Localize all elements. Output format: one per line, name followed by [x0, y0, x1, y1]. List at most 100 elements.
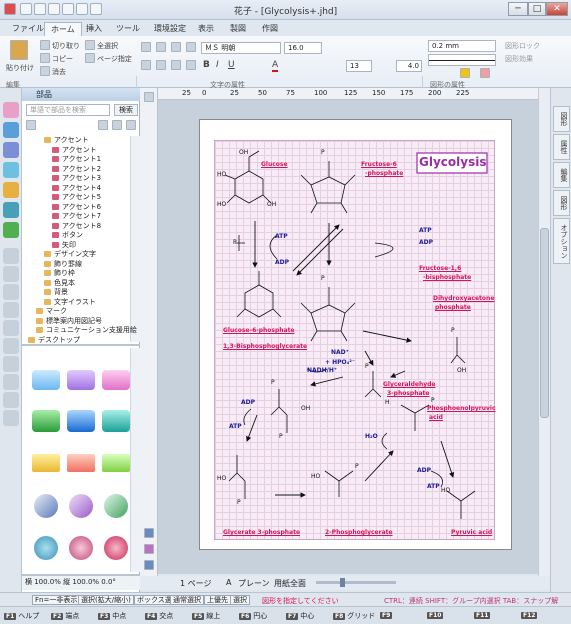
tab-view[interactable]: 表示 — [192, 22, 220, 36]
template-icon[interactable] — [3, 162, 19, 178]
shape-effect-button[interactable]: 図形効果 — [505, 54, 533, 64]
fkey-f8[interactable]: F8 グリッド — [333, 611, 375, 621]
button-part-thumbnail[interactable] — [69, 536, 93, 560]
font-size-select[interactable]: 16.0 — [284, 42, 322, 54]
vertical-scrollbar[interactable] — [538, 88, 550, 580]
status-fn-toggle[interactable]: Fn=一非表示 — [32, 595, 81, 605]
tree-item[interactable]: デザイン文字 — [22, 250, 130, 260]
copy-icon[interactable] — [40, 53, 50, 63]
status-top-priority[interactable]: 上優先 — [204, 595, 231, 605]
line-width-select[interactable]: 0.2 mm — [428, 40, 496, 52]
tree-item[interactable]: ボタン — [22, 231, 130, 241]
shape-tool-icon[interactable] — [171, 42, 181, 52]
fkey-f12[interactable]: F12 — [521, 611, 539, 619]
maximize-button[interactable]: □ — [528, 2, 546, 16]
shape-tool-icon[interactable] — [141, 42, 151, 52]
star-icon[interactable] — [3, 182, 19, 198]
paste-icon[interactable] — [10, 40, 28, 60]
fkey-f11[interactable]: F11 — [474, 611, 492, 619]
button-part-thumbnail[interactable] — [32, 410, 60, 432]
button-part-thumbnail[interactable] — [102, 370, 130, 390]
node-edit-icon[interactable] — [3, 266, 19, 282]
align-icon[interactable] — [141, 60, 151, 70]
paste-button[interactable]: 貼り付け — [6, 63, 34, 73]
connect-icon[interactable] — [3, 142, 19, 158]
minimize-button[interactable]: ─ — [508, 2, 528, 16]
shape-lock-button[interactable]: 図形ロック — [505, 41, 540, 51]
tab-shape-2[interactable]: 図形 — [553, 190, 570, 216]
library-icon[interactable] — [3, 202, 19, 218]
align-icon[interactable] — [156, 60, 166, 70]
view-mode-icon[interactable] — [144, 560, 154, 570]
shape-tool-icon[interactable] — [186, 42, 196, 52]
tab-shape[interactable]: 図形 — [553, 106, 570, 132]
view-mode-icon[interactable] — [144, 528, 154, 538]
button-part-thumbnail[interactable] — [34, 494, 58, 518]
align-icon[interactable] — [186, 60, 196, 70]
eco-icon[interactable] — [3, 222, 19, 238]
underline-icon[interactable]: U — [228, 60, 235, 70]
tree-item[interactable]: 飾り罫線 — [22, 260, 130, 270]
tab-drafting[interactable]: 製図 — [224, 22, 252, 36]
tab-insert[interactable]: 挿入 — [80, 22, 108, 36]
fkey-f10[interactable]: F10 — [427, 611, 445, 619]
parts-nav-icon[interactable] — [26, 120, 36, 130]
tree-item[interactable]: 矢印 — [22, 241, 130, 251]
fkey-f3[interactable]: F3 中点 — [98, 611, 126, 621]
fkey-f5[interactable]: F5 線上 — [192, 611, 220, 621]
cut-button[interactable]: 切り取り — [52, 41, 80, 51]
close-button[interactable]: ✕ — [546, 2, 568, 16]
font-color-icon[interactable]: A — [272, 60, 279, 72]
tree-item[interactable]: デスクトップ — [22, 336, 130, 346]
font-name-select[interactable]: ＭＳ 明朝 — [201, 42, 281, 54]
tab-settings[interactable]: 環境設定 — [148, 22, 192, 36]
tab-options[interactable]: オプション — [553, 218, 570, 264]
parts-info-icon[interactable] — [98, 120, 108, 130]
page-spec-button[interactable]: ページ指定 — [97, 54, 132, 64]
button-part-thumbnail[interactable] — [67, 410, 95, 432]
eyedropper-icon[interactable] — [3, 374, 19, 390]
align-icon[interactable] — [171, 60, 181, 70]
button-part-thumbnail[interactable] — [102, 454, 130, 472]
button-part-thumbnail[interactable] — [69, 494, 93, 518]
status-normal-select[interactable]: 通常選択 — [170, 595, 204, 605]
ellipse-tool-icon[interactable] — [3, 356, 19, 372]
ruler-toggle-icon[interactable] — [144, 92, 154, 102]
tree-item[interactable]: アクセント8 — [22, 222, 130, 232]
tree-scrollbar[interactable] — [130, 136, 140, 342]
view-mode-icon[interactable] — [144, 544, 154, 554]
button-part-thumbnail[interactable] — [32, 370, 60, 390]
pan-hand-icon[interactable] — [3, 392, 19, 408]
tab-home[interactable]: ホーム — [44, 22, 82, 36]
bold-icon[interactable]: B — [203, 60, 210, 70]
button-part-thumbnail[interactable] — [67, 454, 95, 472]
fill-color-icon[interactable] — [460, 68, 470, 78]
zoom-slider[interactable] — [316, 581, 396, 584]
tree-item[interactable]: 背景 — [22, 288, 130, 298]
pen-icon[interactable] — [3, 302, 19, 318]
zoom-select[interactable]: 用紙全面 — [274, 578, 306, 589]
tree-item[interactable]: アクセント7 — [22, 212, 130, 222]
zoom-icon[interactable] — [3, 410, 19, 426]
button-part-thumbnail[interactable] — [104, 494, 128, 518]
tree-item[interactable]: アクセント — [22, 146, 130, 156]
delete-button[interactable]: 消去 — [52, 67, 66, 77]
status-select-scale[interactable]: 選択(拡大/縮小) — [78, 595, 134, 605]
tree-item[interactable]: 文字イラスト — [22, 298, 130, 308]
select-arrow-icon[interactable] — [3, 248, 19, 264]
line-tool-icon[interactable] — [3, 320, 19, 336]
text-tool-icon[interactable] — [3, 284, 19, 300]
line-color-icon[interactable] — [480, 68, 490, 78]
parts-search-input[interactable]: 単語で部品を検索 — [26, 104, 110, 116]
button-part-thumbnail[interactable] — [102, 410, 130, 432]
tree-item[interactable]: コミュニケーション支援用絵 — [22, 326, 137, 336]
button-part-thumbnail[interactable] — [34, 536, 58, 560]
rectangle-tool-icon[interactable] — [3, 338, 19, 354]
parts-grid-scrollbar[interactable] — [130, 348, 140, 572]
fkey-f7[interactable]: F7 中心 — [286, 611, 314, 621]
parts-search-button[interactable]: 検索 — [114, 104, 138, 116]
tab-attributes[interactable]: 属性 — [553, 134, 570, 160]
tree-item[interactable]: アクセント1 — [22, 155, 130, 165]
italic-icon[interactable]: I — [216, 60, 219, 70]
layer-label[interactable]: プレーン — [238, 578, 270, 589]
